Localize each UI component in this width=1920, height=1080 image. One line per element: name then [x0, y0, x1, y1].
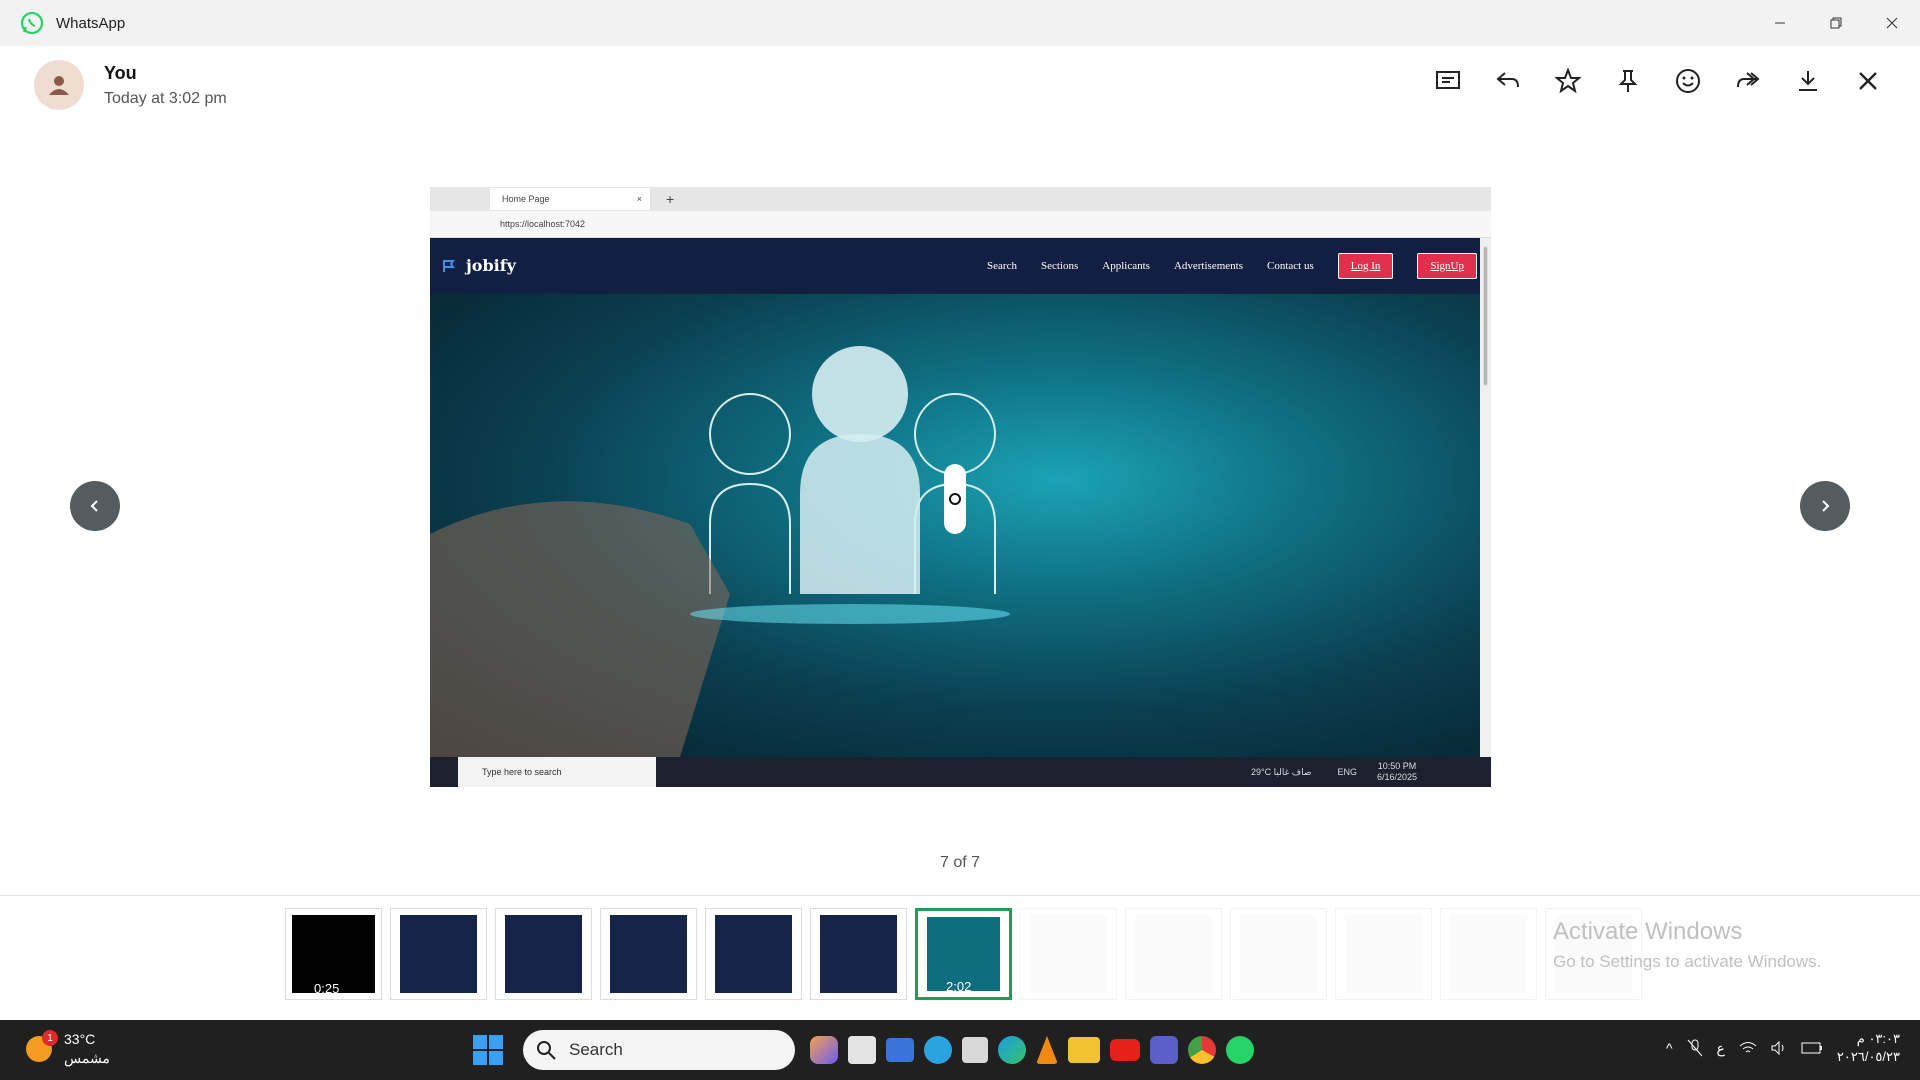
- pin-icon: [1618, 70, 1638, 92]
- image-thumbnail[interactable]: [1125, 908, 1222, 1000]
- emoji-icon: [1676, 69, 1700, 93]
- battery-icon[interactable]: [1801, 1042, 1823, 1054]
- star-icon: [1555, 68, 1581, 94]
- media-toolbar: [1430, 68, 1886, 94]
- image-thumbnail[interactable]: [1230, 908, 1327, 1000]
- sender-time: Today at 3:02 pm: [104, 89, 227, 107]
- media-taskbar: Type here to search 29°C صاف غالبا ENG 1…: [430, 757, 1491, 787]
- login-button: Log In: [1337, 252, 1394, 279]
- react-button[interactable]: [1670, 68, 1706, 94]
- copilot-icon[interactable]: [810, 1036, 838, 1064]
- start-button[interactable]: [473, 1035, 503, 1065]
- sender-info: You Today at 3:02 pm: [34, 60, 227, 110]
- previous-media-button[interactable]: [70, 481, 120, 531]
- video-thumbnail[interactable]: 2:02: [915, 908, 1012, 1000]
- browser-tab-strip: Home Page × +: [430, 187, 1491, 211]
- image-thumbnail[interactable]: [600, 908, 697, 1000]
- browser-tab: Home Page ×: [490, 188, 650, 210]
- system-tray: ^ ع ٠٣:٠٣ م ٢٠٢٦/٠٥/٢٣: [1666, 1030, 1900, 1066]
- avatar: [34, 60, 84, 110]
- close-icon: [1859, 72, 1877, 90]
- weather-widget[interactable]: 1 33°C مشمس: [26, 1030, 110, 1068]
- reply-button[interactable]: [1490, 68, 1526, 94]
- restore-button[interactable]: [1808, 0, 1864, 46]
- chevron-up-icon[interactable]: ^: [1666, 1040, 1673, 1056]
- teams-icon[interactable]: [1150, 1036, 1178, 1064]
- download-icon: [1799, 71, 1817, 91]
- vlc-icon[interactable]: [1036, 1036, 1058, 1064]
- forward-button[interactable]: [1730, 68, 1766, 94]
- notification-badge: 1: [42, 1030, 58, 1046]
- media-date: 6/16/2025: [1377, 772, 1418, 782]
- telegram-icon[interactable]: [924, 1036, 952, 1064]
- media-preview: Home Page × + https://localhost:7042 jobi…: [430, 187, 1491, 787]
- wifi-icon[interactable]: [1739, 1041, 1757, 1055]
- chevron-right-icon: [1822, 500, 1830, 512]
- image-thumbnail[interactable]: [1020, 908, 1117, 1000]
- pin-button[interactable]: [1610, 68, 1646, 94]
- reply-icon: [1496, 72, 1519, 88]
- download-button[interactable]: [1790, 68, 1826, 94]
- nav-link-applicants: Applicants: [1102, 259, 1150, 272]
- signup-button: SignUp: [1417, 252, 1477, 279]
- chevron-left-icon: [90, 500, 98, 512]
- site-navbar: jobify Search Sections Applicants Advert…: [430, 238, 1491, 293]
- language-indicator[interactable]: ع: [1717, 1040, 1725, 1057]
- minimize-button[interactable]: [1752, 0, 1808, 46]
- youtube-icon[interactable]: [1110, 1039, 1140, 1061]
- activate-windows-watermark: Activate Windows Go to Settings to activ…: [1553, 918, 1822, 971]
- sun-icon: 1: [26, 1030, 58, 1062]
- media-counter: 7 of 7: [939, 854, 981, 871]
- weather-temp: 33°C: [64, 1031, 96, 1047]
- media-time: 10:50 PM: [1377, 761, 1417, 771]
- flag-icon: [443, 259, 455, 272]
- clock[interactable]: ٠٣:٠٣ م ٢٠٢٦/٠٥/٢٣: [1837, 1030, 1900, 1066]
- close-viewer-button[interactable]: [1850, 68, 1886, 94]
- site-brand: jobify: [466, 256, 516, 275]
- taskbar-search[interactable]: Search: [523, 1030, 795, 1070]
- video-duration: 0:25: [314, 981, 340, 996]
- app-title: WhatsApp: [56, 14, 126, 32]
- nav-link-search: Search: [987, 259, 1017, 272]
- media-weather: 29°C صاف غالبا: [1251, 766, 1312, 777]
- mic-muted-icon[interactable]: [1687, 1039, 1703, 1057]
- media-lang: ENG: [1337, 767, 1358, 777]
- image-thumbnail[interactable]: [1335, 908, 1432, 1000]
- media-scrollbar: [1480, 238, 1491, 757]
- image-thumbnail[interactable]: [705, 908, 802, 1000]
- star-button[interactable]: [1550, 68, 1586, 94]
- forward-icon: [1737, 72, 1760, 88]
- mail-icon[interactable]: [886, 1038, 914, 1062]
- sender-name: You: [104, 62, 137, 83]
- weather-desc: مشمس: [64, 1050, 110, 1066]
- image-thumbnail[interactable]: [495, 908, 592, 1000]
- video-duration: 2:02: [946, 979, 972, 994]
- search-icon: [537, 1041, 556, 1060]
- browser-address-bar: https://localhost:7042: [430, 211, 1491, 238]
- image-thumbnail[interactable]: [390, 908, 487, 1000]
- message-icon: [1436, 71, 1460, 89]
- whatsapp-taskbar-icon[interactable]: [1226, 1036, 1254, 1064]
- windows-taskbar: 1 33°C مشمس Search ^ ع ٠٣:٠٣ م ٢٠٢٦/٠٥/٢…: [0, 1020, 1920, 1080]
- video-thumbnail[interactable]: 0:25: [285, 908, 382, 1000]
- title-bar: WhatsApp: [0, 0, 1920, 46]
- next-media-button[interactable]: [1800, 481, 1850, 531]
- nav-link-sections: Sections: [1040, 259, 1079, 272]
- close-window-button[interactable]: [1864, 0, 1920, 46]
- file-explorer-icon[interactable]: [1068, 1037, 1100, 1063]
- nav-link-advertisements: Advertisements: [1173, 259, 1243, 272]
- nav-link-contact: Contact us: [1266, 259, 1314, 272]
- media-taskbar-search: Type here to search: [458, 757, 656, 787]
- image-thumbnail[interactable]: [810, 908, 907, 1000]
- app-icon[interactable]: [962, 1037, 988, 1063]
- go-to-message-button[interactable]: [1430, 68, 1466, 94]
- volume-icon[interactable]: [1771, 1041, 1787, 1055]
- image-thumbnail[interactable]: [1440, 908, 1537, 1000]
- edge-icon[interactable]: [998, 1036, 1026, 1064]
- whatsapp-logo-icon: [20, 11, 44, 35]
- chrome-icon[interactable]: [1188, 1036, 1216, 1064]
- store-icon[interactable]: [848, 1036, 876, 1064]
- hero-image: [430, 294, 1480, 757]
